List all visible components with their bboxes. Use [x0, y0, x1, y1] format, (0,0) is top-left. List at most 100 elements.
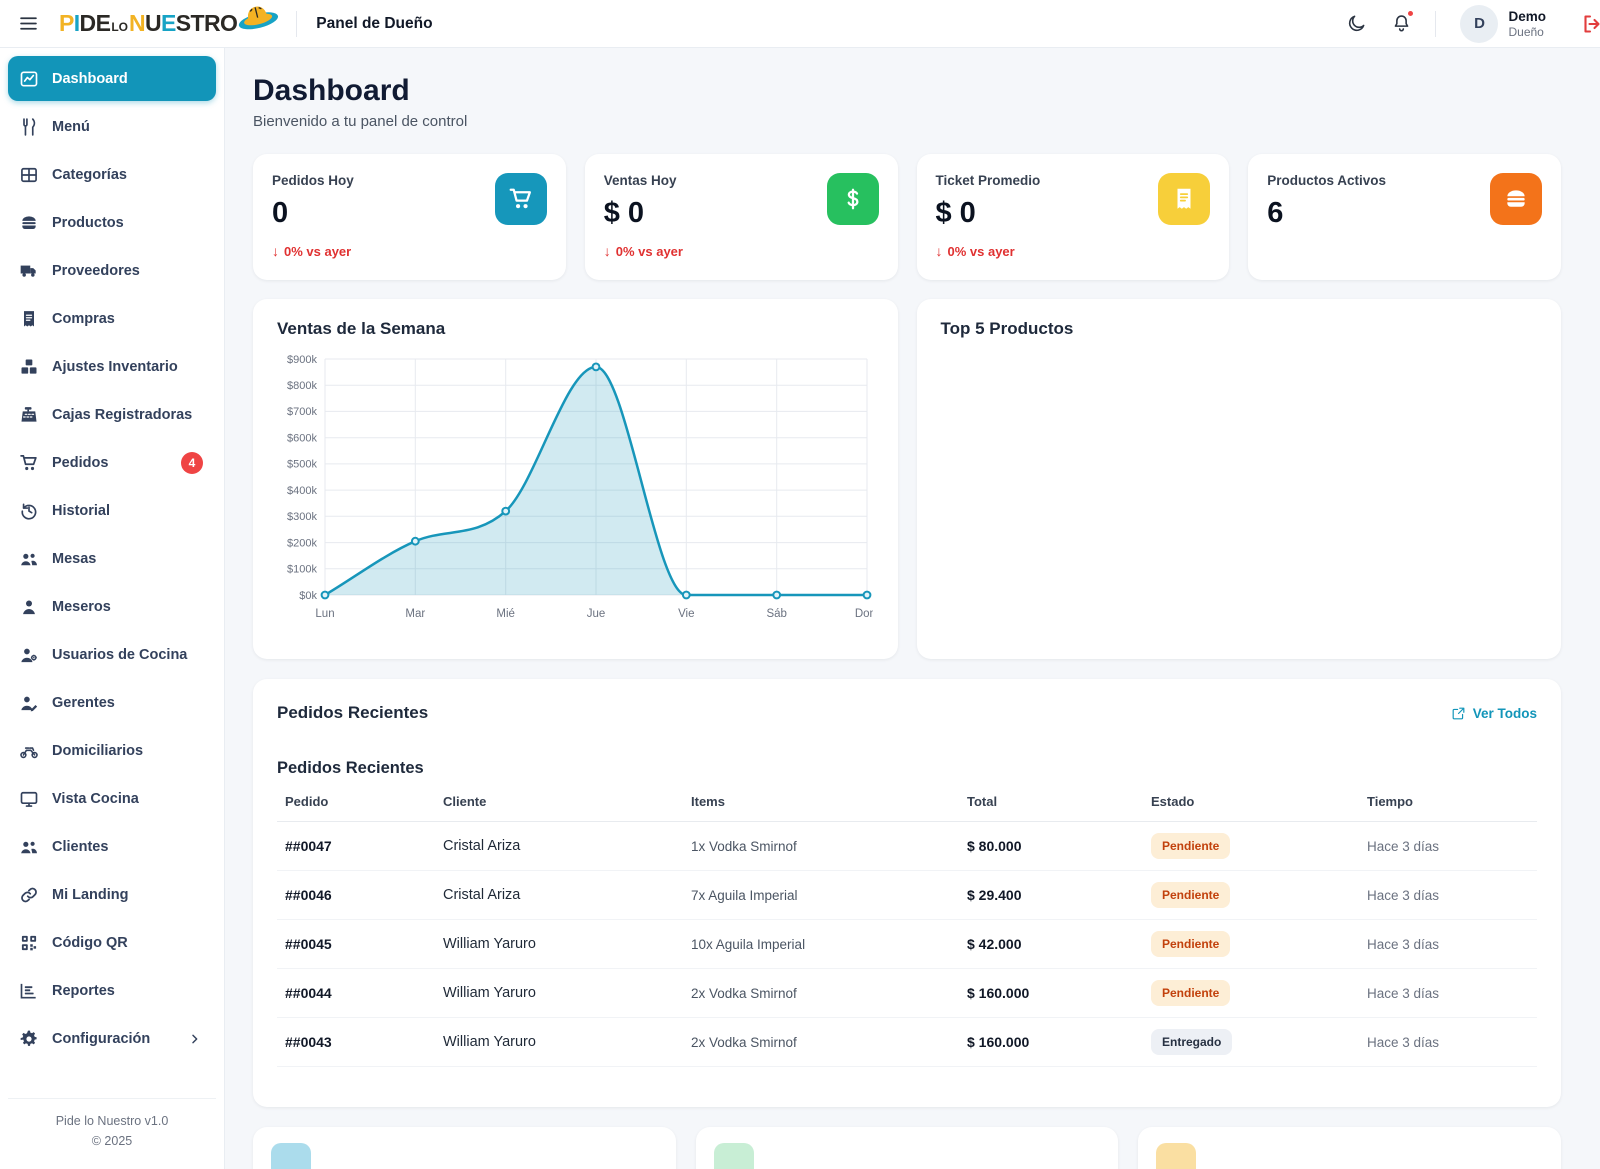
status-badge: Pendiente — [1151, 833, 1230, 859]
sidebar-item-historial[interactable]: Historial — [8, 488, 216, 533]
column-header-items: Items — [691, 794, 967, 809]
weekly-sales-chart-holder: $0k$100k$200k$300k$400k$500k$600k$700k$8… — [277, 349, 874, 625]
receipt-stat-icon — [1158, 173, 1210, 225]
sidebar-item-clientes[interactable]: Clientes — [8, 824, 216, 869]
stat-change: ↓0% vs ayer — [936, 243, 1041, 259]
sidebar-item-menu[interactable]: Menú — [8, 104, 216, 149]
order-items: 1x Vodka Smirnof — [691, 839, 967, 854]
sidebar-item-label: Usuarios de Cocina — [52, 647, 187, 663]
qrcode-icon — [19, 933, 39, 953]
page-subtitle: Bienvenido a tu panel de control — [253, 113, 1561, 130]
sidebar-item-mesas[interactable]: Mesas — [8, 536, 216, 581]
sidebar-item-label: Configuración — [52, 1031, 150, 1047]
quick-action-card[interactable] — [253, 1127, 676, 1169]
sidebar-item-mi-landing[interactable]: Mi Landing — [8, 872, 216, 917]
sidebar-item-label: Gerentes — [52, 695, 115, 711]
sidebar-item-configuracion[interactable]: Configuración — [8, 1016, 216, 1061]
order-row-0043[interactable]: ##0043William Yaruro2x Vodka Smirnof$ 16… — [277, 1018, 1537, 1067]
stat-label: Ventas Hoy — [604, 173, 683, 188]
burger-icon — [19, 213, 39, 233]
stat-card-body: Ticket Promedio$ 0↓0% vs ayer — [936, 173, 1041, 265]
user-role: Dueño — [1508, 25, 1546, 39]
chevron-icon — [187, 1031, 203, 1047]
sidebar-item-reportes[interactable]: Reportes — [8, 968, 216, 1013]
order-time: Hace 3 días — [1367, 986, 1529, 1001]
moon-icon — [1346, 13, 1367, 34]
sidebar-item-usuarios-de-cocina[interactable]: Usuarios de Cocina — [8, 632, 216, 677]
order-row-0047[interactable]: ##0047Cristal Ariza1x Vodka Smirnof$ 80.… — [277, 822, 1537, 871]
main-content: Dashboard Bienvenido a tu panel de contr… — [225, 48, 1600, 1169]
dark-mode-toggle[interactable] — [1338, 6, 1374, 42]
order-row-0045[interactable]: ##0045William Yaruro10x Aguila Imperial$… — [277, 920, 1537, 969]
users-icon — [19, 549, 39, 569]
sidebar-item-productos[interactable]: Productos — [8, 200, 216, 245]
charts-row: Ventas de la Semana $0k$100k$200k$300k$4… — [253, 299, 1561, 659]
stat-label: Pedidos Hoy — [272, 173, 354, 188]
sidebar-item-ajustes-inventario[interactable]: Ajustes Inventario — [8, 344, 216, 389]
order-row-0044[interactable]: ##0044William Yaruro2x Vodka Smirnof$ 16… — [277, 969, 1537, 1018]
sidebar-item-label: Pedidos — [52, 455, 108, 471]
avatar: D — [1460, 5, 1498, 43]
order-id: ##0045 — [285, 936, 443, 952]
user-menu[interactable]: D Demo Dueño — [1460, 5, 1546, 43]
svg-text:Sáb: Sáb — [766, 608, 786, 620]
sidebar-item-dashboard[interactable]: Dashboard — [8, 56, 216, 101]
sidebar-item-label: Mi Landing — [52, 887, 129, 903]
hamburger-menu-button[interactable] — [10, 6, 46, 42]
sidebar-item-compras[interactable]: Compras — [8, 296, 216, 341]
sidebar-item-label: Reportes — [52, 983, 115, 999]
order-row-0046[interactable]: ##0046Cristal Ariza7x Aguila Imperial$ 2… — [277, 871, 1537, 920]
sidebar-item-codigo-qr[interactable]: Código QR — [8, 920, 216, 965]
receipt-icon — [19, 309, 39, 329]
topbar-divider — [296, 11, 297, 37]
orders-table-body: ##0047Cristal Ariza1x Vodka Smirnof$ 80.… — [277, 822, 1537, 1067]
sidebar-item-domiciliarios[interactable]: Domiciliarios — [8, 728, 216, 773]
motorcycle-icon — [19, 741, 39, 761]
stat-value: 0 — [272, 199, 354, 228]
sidebar-item-meseros[interactable]: Meseros — [8, 584, 216, 629]
users-icon — [19, 837, 39, 857]
brand-letter: E — [161, 12, 176, 35]
stat-change-text: 0% vs ayer — [284, 244, 351, 259]
status-badge: Entregado — [1151, 1029, 1232, 1055]
status-badge: Pendiente — [1151, 882, 1230, 908]
order-total: $ 80.000 — [967, 838, 1151, 854]
down-arrow-icon: ↓ — [604, 243, 611, 259]
orders-table-title: Pedidos Recientes — [277, 759, 1537, 778]
svg-text:$100k: $100k — [287, 564, 317, 576]
logout-icon — [1580, 12, 1600, 36]
brand-letter: T — [191, 12, 204, 35]
quick-action-card[interactable] — [1138, 1127, 1561, 1169]
order-client: Cristal Ariza — [443, 838, 691, 854]
brand-logo[interactable]: PIDELONUESTRO — [59, 12, 277, 35]
sidebar-item-gerentes[interactable]: Gerentes — [8, 680, 216, 725]
stat-change: ↓0% vs ayer — [272, 243, 354, 259]
sidebar-item-vista-cocina[interactable]: Vista Cocina — [8, 776, 216, 821]
order-client: William Yaruro — [443, 936, 691, 952]
notifications-button[interactable] — [1383, 6, 1419, 42]
stat-change-text: 0% vs ayer — [616, 244, 683, 259]
notification-dot — [1406, 9, 1415, 18]
sidebar-item-pedidos[interactable]: Pedidos 4 — [8, 440, 216, 485]
svg-text:$600k: $600k — [287, 433, 317, 445]
brand-letter: P — [59, 12, 74, 35]
stat-card-ticket-promedio: Ticket Promedio$ 0↓0% vs ayer — [917, 154, 1230, 280]
sidebar-item-categorias[interactable]: Categorías — [8, 152, 216, 197]
quick-actions-row — [253, 1127, 1561, 1169]
order-status-cell: Pendiente — [1151, 931, 1367, 957]
boxes-icon — [19, 357, 39, 377]
stat-value: $ 0 — [936, 199, 1041, 228]
sidebar-item-proveedores[interactable]: Proveedores — [8, 248, 216, 293]
stat-card-body: Productos Activos6 — [1267, 173, 1386, 265]
dollar-stat-icon — [827, 173, 879, 225]
quick-action-card[interactable] — [696, 1127, 1119, 1169]
stat-card-pedidos-hoy: Pedidos Hoy 0 ↓0% vs ayer — [253, 154, 566, 280]
quick-action-icon — [1156, 1143, 1196, 1169]
copyright: © 2025 — [8, 1132, 216, 1151]
logout-button[interactable] — [1574, 6, 1600, 42]
sidebar-item-label: Menú — [52, 119, 90, 135]
brand-letter: LO — [110, 20, 129, 34]
orders-count-badge: 4 — [181, 452, 203, 474]
view-all-link[interactable]: Ver Todos — [1451, 706, 1537, 721]
sidebar-item-cajas-registradoras[interactable]: Cajas Registradoras — [8, 392, 216, 437]
